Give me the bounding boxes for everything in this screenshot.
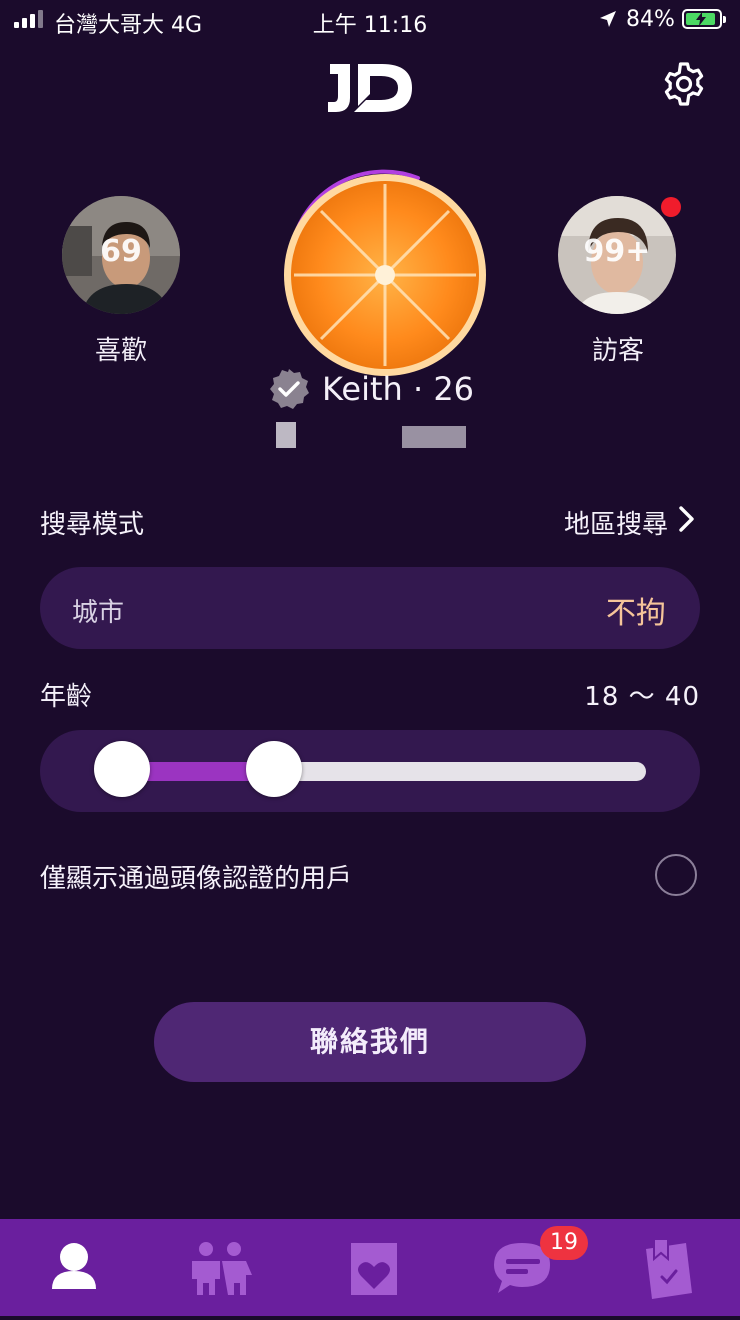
search-mode-value[interactable]: 地區搜尋 <box>564 504 668 541</box>
verified-check-icon <box>270 369 309 409</box>
battery-percent: 84% <box>626 7 675 32</box>
city-value[interactable]: 不拘 <box>606 588 666 632</box>
likes-avatar[interactable]: 69 <box>62 196 180 314</box>
contact-us-button[interactable]: 聯絡我們 <box>154 1002 586 1082</box>
redacted-info <box>276 422 296 448</box>
tab-matches[interactable] <box>160 1219 280 1316</box>
verified-only-label: 僅顯示通過頭像認證的用戶 <box>40 864 353 894</box>
visitors-label[interactable]: 訪客 <box>548 330 688 367</box>
search-mode-label: 搜尋模式 <box>40 510 145 540</box>
app-logo <box>328 64 412 112</box>
location-arrow-icon <box>600 11 616 27</box>
visitors-count: 99+ <box>583 234 651 269</box>
couple-icon <box>192 1242 252 1295</box>
tab-saved[interactable] <box>606 1219 726 1316</box>
settings-gear-icon[interactable] <box>660 60 708 108</box>
age-min-handle[interactable] <box>94 741 150 797</box>
city-label: 城市 <box>72 598 125 628</box>
saved-list-icon <box>646 1238 692 1299</box>
likes-count: 69 <box>100 234 142 269</box>
chat-unread-badge: 19 <box>540 1226 588 1260</box>
tab-profile[interactable] <box>14 1219 134 1316</box>
tab-bar <box>0 1219 740 1316</box>
profile-name-age: Keith · 26 <box>322 370 475 408</box>
chevron-right-icon[interactable] <box>677 505 697 533</box>
new-visitor-dot <box>661 197 681 217</box>
profile-avatar[interactable] <box>282 172 488 378</box>
battery-icon <box>682 9 726 29</box>
profile-icon <box>52 1243 96 1289</box>
age-range-value: 18 ～ 40 <box>584 682 700 712</box>
redacted-info <box>402 426 466 448</box>
verified-only-radio[interactable] <box>655 854 697 896</box>
age-max-handle[interactable] <box>246 741 302 797</box>
visitors-avatar[interactable]: 99+ <box>558 196 676 314</box>
status-bar: 台灣大哥大 4G 上午 11:16 84% <box>0 0 740 44</box>
heart-card-icon <box>351 1243 397 1295</box>
tab-discover[interactable] <box>313 1219 433 1316</box>
city-selector[interactable] <box>40 567 700 649</box>
likes-label[interactable]: 喜歡 <box>51 330 191 367</box>
age-label: 年齡 <box>40 682 93 712</box>
